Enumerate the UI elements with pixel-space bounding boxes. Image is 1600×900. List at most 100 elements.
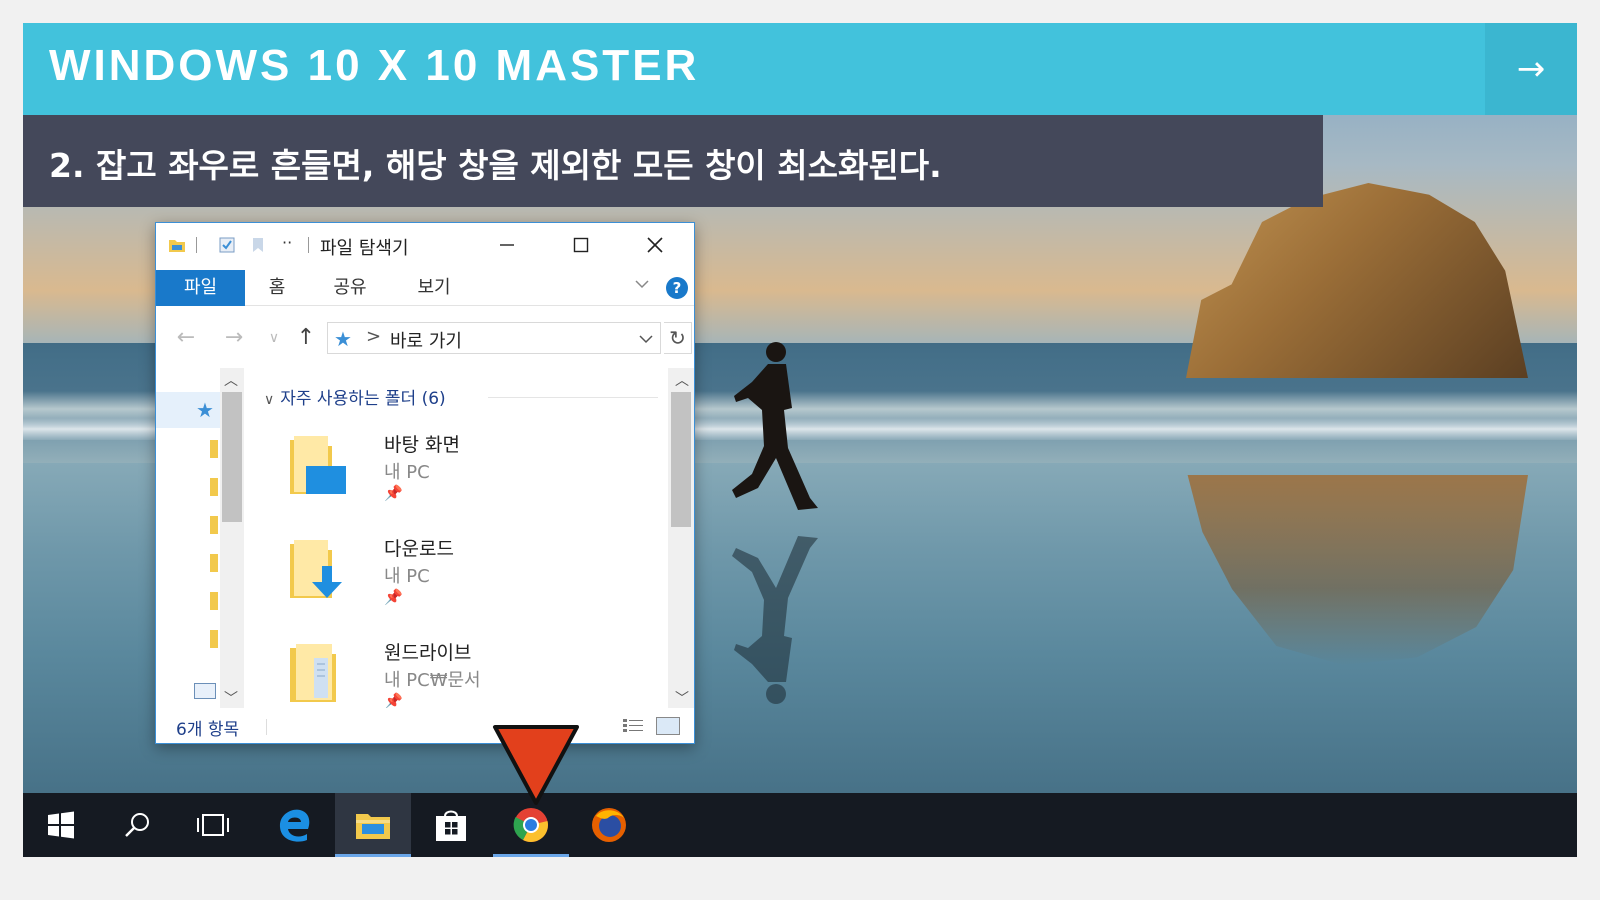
task-view-icon <box>197 814 229 836</box>
file-explorer-window[interactable]: ·· 파일 탐색기 파일 홈 공유 보기 ? ← → ∨ ↑ ★ > 바로 가기… <box>155 222 695 744</box>
slide-title: WINDOWS 10 X 10 MASTER <box>49 41 700 90</box>
pane-layout-icon[interactable] <box>194 683 216 699</box>
runner-reflection <box>732 536 818 704</box>
address-dropdown-icon[interactable] <box>638 331 654 347</box>
store-button[interactable] <box>413 793 489 857</box>
group-header-label: 자주 사용하는 폴더 (6) <box>280 389 446 409</box>
details-view-icon[interactable] <box>622 717 646 735</box>
downloads-folder-icon <box>290 540 342 598</box>
tab-view[interactable]: 보기 <box>406 270 462 306</box>
pin-icon: 📌 <box>384 692 403 708</box>
status-bar: 6개 항목 <box>156 709 694 743</box>
content-scrollbar[interactable]: ︿ ﹀ <box>668 368 694 708</box>
slide-title-bar: WINDOWS 10 X 10 MASTER → <box>23 23 1577 115</box>
scroll-up-icon[interactable]: ︿ <box>224 370 238 390</box>
list-item[interactable]: 원드라이브 내 PC₩문서 📌 <box>288 638 648 708</box>
group-divider <box>488 397 658 398</box>
maximize-button[interactable] <box>546 223 616 267</box>
next-slide-button[interactable]: → <box>1485 23 1577 115</box>
collapse-chevron-icon[interactable]: ∨ <box>264 392 274 408</box>
nav-scrollbar[interactable]: ︿ ﹀ <box>220 368 244 708</box>
pin-icon: 📌 <box>384 588 403 606</box>
start-icon <box>48 811 74 839</box>
nav-folder-icon[interactable] <box>210 440 218 458</box>
divider <box>266 719 267 735</box>
quick-access-more[interactable]: ·· <box>282 233 292 252</box>
store-icon <box>436 810 466 841</box>
runner-silhouette <box>732 342 818 510</box>
maximize-icon <box>573 237 589 253</box>
pointer-arrow-icon <box>493 725 579 805</box>
list-item[interactable]: 다운로드 내 PC 📌 <box>288 534 648 634</box>
firefox-icon <box>592 808 626 842</box>
quick-access-star-icon: ★ <box>334 327 352 351</box>
breadcrumb-separator[interactable]: > <box>366 326 381 347</box>
scroll-thumb[interactable] <box>222 392 242 522</box>
scroll-down-icon[interactable]: ﹀ <box>675 688 689 708</box>
search-button[interactable] <box>99 793 175 857</box>
minimize-button[interactable] <box>472 223 542 267</box>
list-item[interactable]: 바탕 화면 내 PC 📌 <box>288 430 648 530</box>
up-button[interactable]: ↑ <box>292 324 320 352</box>
folder-icon[interactable] <box>168 236 186 254</box>
close-button[interactable] <box>620 223 690 267</box>
group-header[interactable]: ∨ 자주 사용하는 폴더 (6) <box>264 384 446 409</box>
back-button[interactable]: ← <box>172 324 200 352</box>
scroll-down-icon[interactable]: ﹀ <box>224 688 238 708</box>
pin-icon: 📌 <box>384 484 403 502</box>
sea-rock <box>1186 183 1528 378</box>
slide-subtitle-bar: 2. 잡고 좌우로 흔들면, 해당 창을 제외한 모든 창이 최소화된다. <box>23 115 1323 207</box>
nav-folder-icon[interactable] <box>210 478 218 496</box>
desktop-folder-icon <box>290 436 346 494</box>
expand-ribbon-icon[interactable] <box>634 276 650 292</box>
recent-locations-button[interactable]: ∨ <box>260 324 288 352</box>
active-indicator <box>335 854 411 857</box>
item-name: 다운로드 <box>384 538 454 560</box>
item-name: 원드라이브 <box>384 642 472 664</box>
divider <box>308 237 309 253</box>
tab-file[interactable]: 파일 <box>156 270 245 306</box>
start-button[interactable] <box>23 793 99 857</box>
refresh-button[interactable]: ↻ <box>664 322 692 354</box>
slide: WINDOWS 10 X 10 MASTER → 2. 잡고 좌우로 흔들면, … <box>23 23 1577 875</box>
edge-button[interactable] <box>257 793 333 857</box>
forward-button[interactable]: → <box>220 324 248 352</box>
close-icon <box>647 237 663 253</box>
tab-share[interactable]: 공유 <box>322 270 378 306</box>
search-icon <box>125 813 149 837</box>
nav-folder-icon[interactable] <box>210 554 218 572</box>
file-explorer-icon <box>356 814 390 839</box>
firefox-button[interactable] <box>571 793 647 857</box>
chrome-icon <box>513 808 548 842</box>
help-button[interactable]: ? <box>666 277 688 299</box>
edge-icon <box>279 809 310 842</box>
window-titlebar[interactable]: ·· 파일 탐색기 <box>156 223 694 267</box>
taskbar <box>23 793 1577 857</box>
file-explorer-taskbar-button[interactable] <box>335 793 411 857</box>
properties-icon[interactable] <box>218 236 236 254</box>
tab-home[interactable]: 홈 <box>254 270 300 306</box>
large-icons-view-icon[interactable] <box>656 717 680 735</box>
address-path[interactable]: 바로 가기 <box>390 327 462 353</box>
task-view-button[interactable] <box>175 793 251 857</box>
nav-folder-icon[interactable] <box>210 630 218 648</box>
running-indicator <box>493 854 569 857</box>
slide-subtitle: 2. 잡고 좌우로 흔들면, 해당 창을 제외한 모든 창이 최소화된다. <box>49 146 942 185</box>
nav-folder-icon[interactable] <box>210 592 218 610</box>
nav-folder-icon[interactable] <box>210 516 218 534</box>
arrow-right-icon: → <box>1516 49 1546 89</box>
minimize-icon <box>500 244 514 246</box>
item-location: 내 PC <box>384 566 430 587</box>
new-folder-icon[interactable] <box>250 236 268 254</box>
refresh-icon: ↻ <box>669 326 686 350</box>
navigation-pane: ★ ︿ ﹀ <box>156 368 246 708</box>
scroll-thumb[interactable] <box>671 392 691 527</box>
quick-access-star-icon: ★ <box>196 398 214 422</box>
divider <box>196 237 197 253</box>
ribbon-tabs: 파일 홈 공유 보기 ? <box>156 270 694 306</box>
item-count: 6개 항목 <box>176 720 240 740</box>
address-bar[interactable]: ★ > 바로 가기 <box>327 322 661 354</box>
navigation-bar: ← → ∨ ↑ ★ > 바로 가기 ↻ <box>156 318 694 358</box>
scroll-up-icon[interactable]: ︿ <box>675 370 689 390</box>
item-name: 바탕 화면 <box>384 434 460 456</box>
